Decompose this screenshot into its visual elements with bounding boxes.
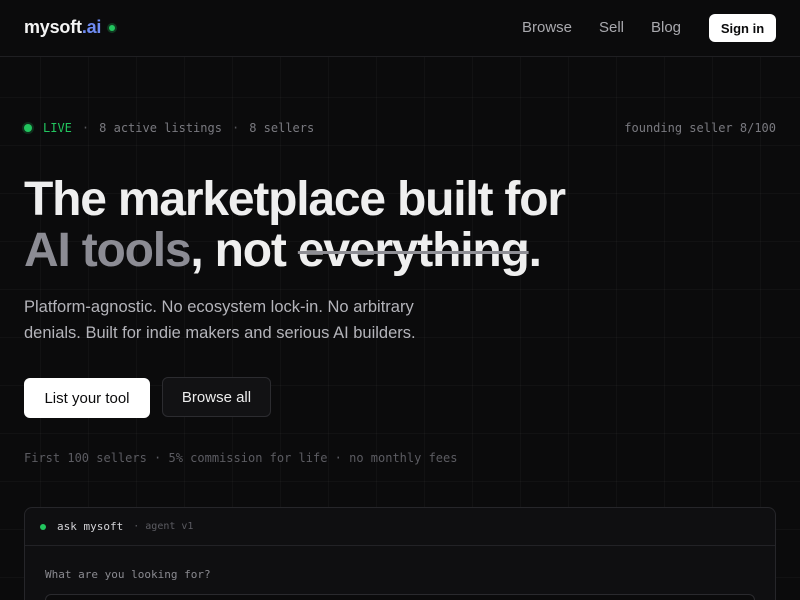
headline-not: , not bbox=[190, 224, 298, 277]
agent-status-dot-icon bbox=[40, 523, 46, 530]
hero-headline: The marketplace built for AI tools, not … bbox=[24, 173, 566, 277]
founding-seller-counter: founding seller 8/100 bbox=[624, 121, 776, 135]
sellers-count: 8 sellers bbox=[249, 121, 315, 135]
nav-link-sell[interactable]: Sell bbox=[599, 19, 624, 36]
agent-panel: ask mysoft · agent v1 What are you looki… bbox=[24, 507, 776, 600]
active-listings-count: 8 active listings bbox=[99, 121, 222, 135]
nav-link-browse[interactable]: Browse bbox=[522, 19, 572, 36]
agent-title: ask mysoft bbox=[57, 520, 124, 533]
status-dot-icon bbox=[109, 24, 116, 31]
seller-terms-note: First 100 sellers · 5% commission for li… bbox=[24, 451, 458, 465]
logo-text: mysoft bbox=[24, 17, 82, 37]
separator: · bbox=[81, 121, 90, 135]
live-dot-icon bbox=[24, 124, 32, 132]
live-label: LIVE bbox=[43, 121, 72, 135]
separator: · bbox=[231, 121, 240, 135]
hero-subtext: Platform-agnostic. No ecosystem lock-in.… bbox=[24, 298, 416, 342]
agent-header: ask mysoft · agent v1 bbox=[25, 508, 775, 546]
list-your-tool-button[interactable]: List your tool bbox=[24, 378, 150, 418]
status-row: LIVE · 8 active listings · 8 sellers bbox=[24, 121, 314, 135]
headline-line-1: The marketplace built for bbox=[24, 173, 566, 226]
headline-ai-tools: AI tools bbox=[24, 224, 192, 277]
logo-accent-text: .ai bbox=[81, 17, 102, 37]
headline-period: . bbox=[528, 224, 542, 277]
sign-in-button[interactable]: Sign in bbox=[709, 14, 776, 42]
top-nav-bar: mysoft .ai Browse Sell Blog Sign in bbox=[0, 0, 800, 57]
headline-strikethrough: everything bbox=[297, 224, 530, 277]
browse-all-button[interactable]: Browse all bbox=[162, 377, 271, 417]
agent-prompt-label: What are you looking for? bbox=[45, 568, 211, 581]
nav-link-blog[interactable]: Blog bbox=[651, 19, 681, 36]
agent-version: · agent v1 bbox=[133, 521, 194, 532]
agent-query-input[interactable] bbox=[45, 594, 755, 600]
site-logo[interactable]: mysoft .ai bbox=[24, 17, 116, 38]
